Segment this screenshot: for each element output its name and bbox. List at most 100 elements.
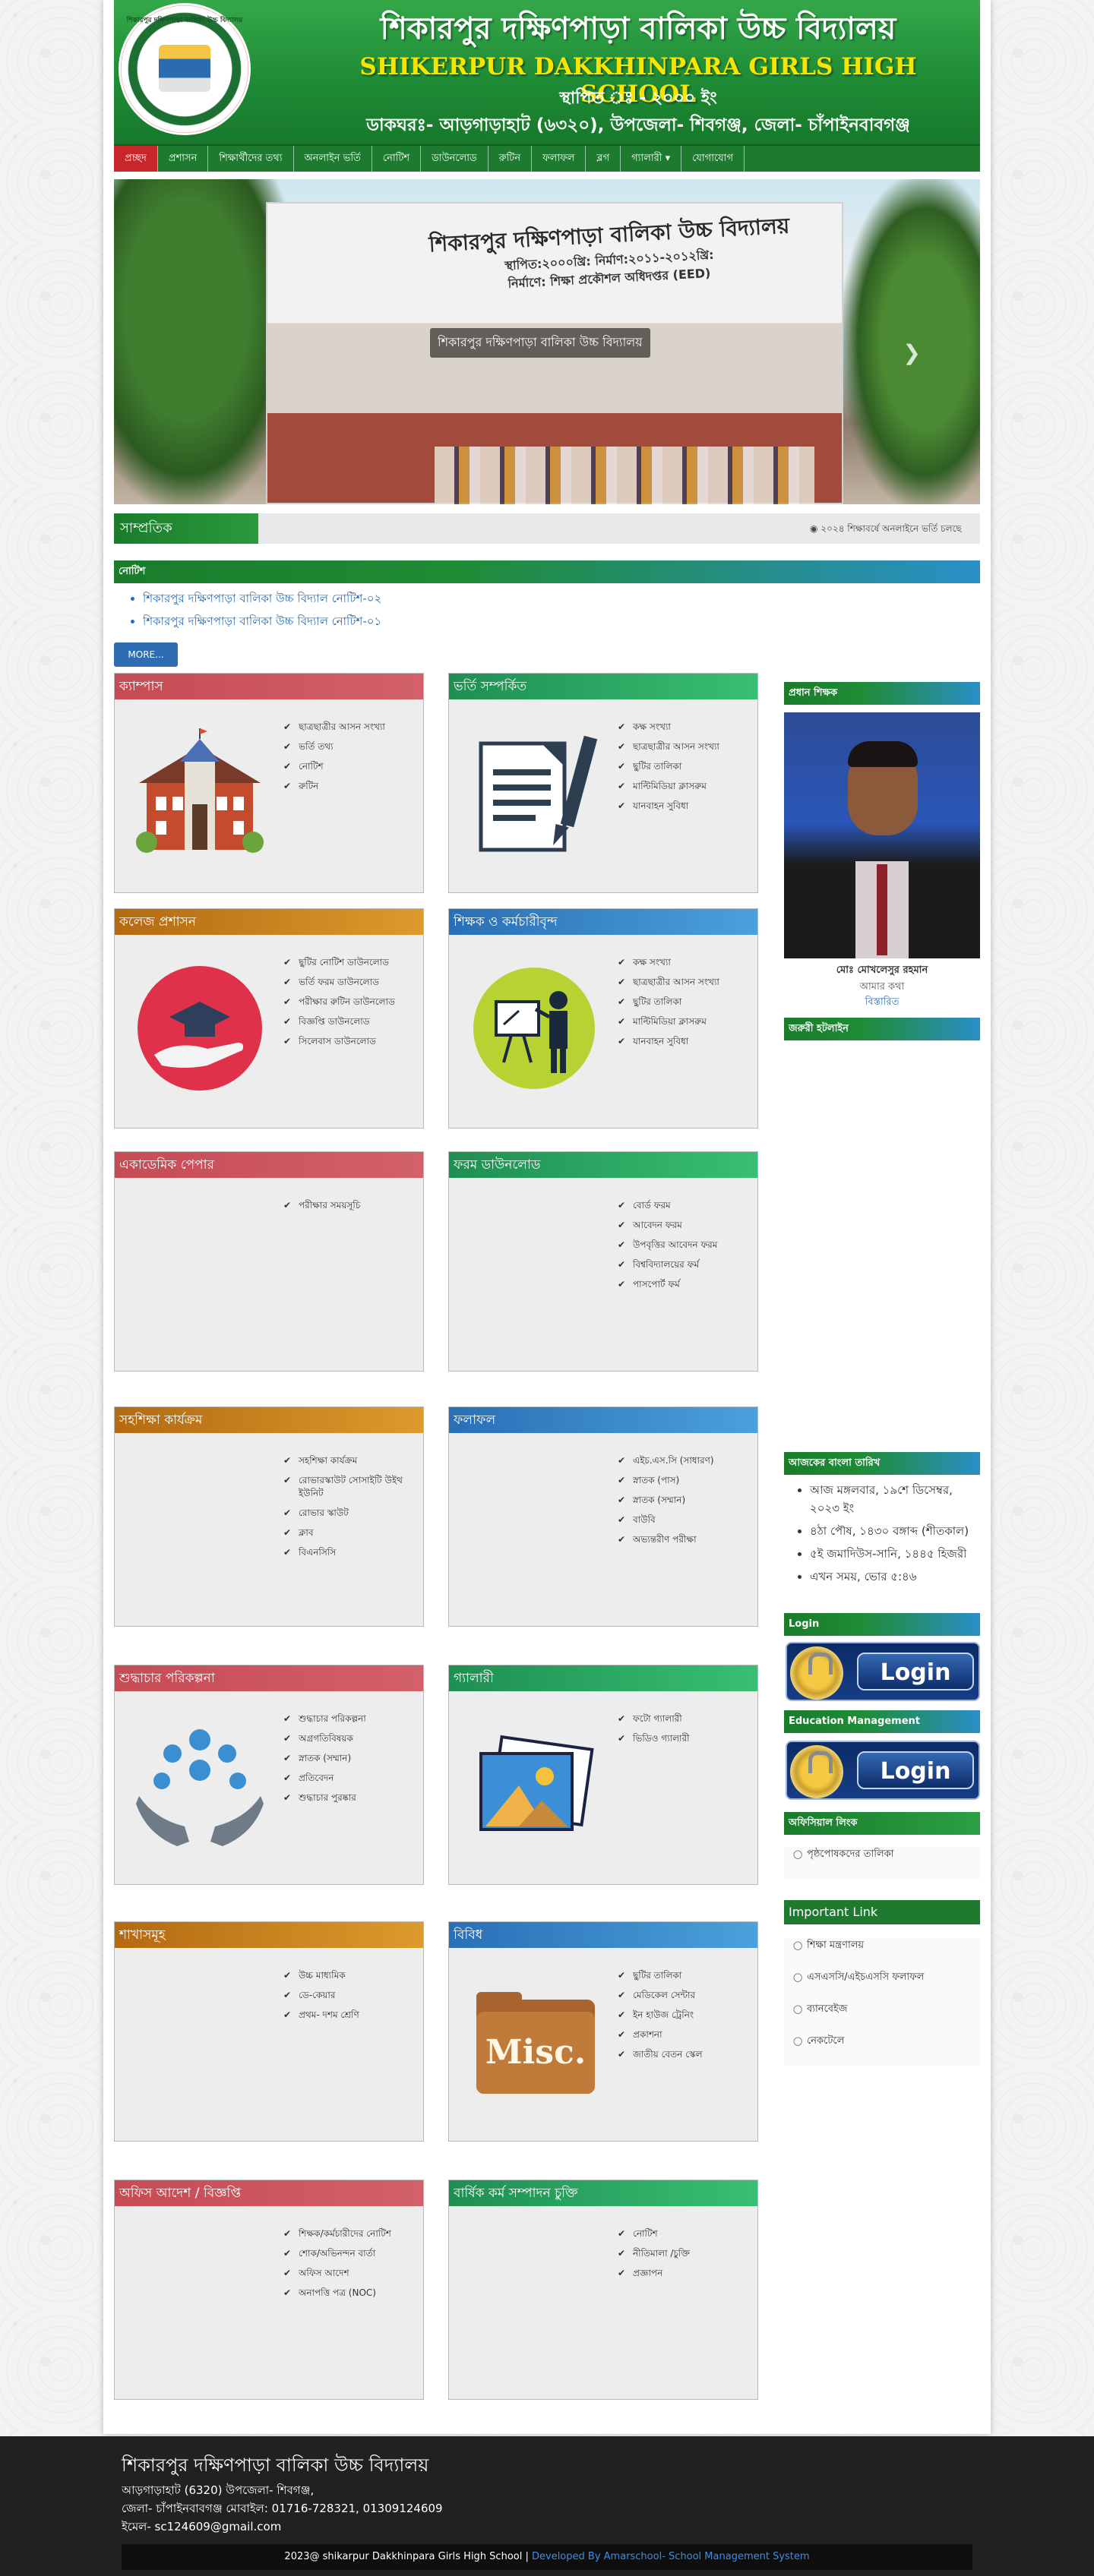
card-link[interactable]: শোক/অভিনন্দন বার্তা <box>283 2247 420 2260</box>
nav-home[interactable]: প্রচ্ছদ <box>114 146 158 172</box>
nav-contact[interactable]: যোগাযোগ <box>681 146 745 172</box>
school-logo[interactable]: শিকারপুর দক্ষিণপাড়া বালিকা উচ্চ বিদ্যাল… <box>119 3 251 135</box>
card-link[interactable]: ফটো গ্যালারী <box>618 1713 754 1725</box>
nav-result[interactable]: ফলাফল <box>532 146 587 172</box>
head-teacher-details-link[interactable]: বিস্তারিত <box>784 995 980 1011</box>
card-link[interactable]: আবেদন ফরম <box>618 1219 754 1232</box>
card-link[interactable]: অগ্রগতিবিষয়ক <box>283 1732 420 1745</box>
card-title[interactable]: শিক্ষক ও কর্মচারীবৃন্দ <box>449 909 757 935</box>
image-slider[interactable]: শিকারপুর দক্ষিণপাড়া বালিকা উচ্চ বিদ্যাল… <box>114 179 980 504</box>
card-title[interactable]: ফলাফল <box>449 1407 757 1433</box>
card-link[interactable]: স্নাতক (সম্মান) <box>618 1494 754 1507</box>
important-link[interactable]: ব্যানবেইজ <box>784 2002 980 2017</box>
card-link[interactable]: ইন হাউজ ট্রেনিং <box>618 2009 754 2022</box>
card-link[interactable]: ছুটির তালিকা <box>618 1969 754 1982</box>
official-link[interactable]: পৃষ্ঠপোষকদের তালিকা <box>784 1847 980 1862</box>
card-link[interactable]: যানবাহন সুবিধা <box>618 1035 754 1048</box>
card-link[interactable]: জাতীয় বেতন স্কেল <box>618 2048 754 2061</box>
card-link[interactable]: ছাত্রছাত্রীর আসন সংখ্যা <box>618 740 754 753</box>
card-title[interactable]: শাখাসমূহ <box>115 1922 423 1948</box>
card-link[interactable]: ভর্তি ফরম ডাউনলোড <box>283 976 420 989</box>
card-link[interactable]: মাল্টিমিডিয়া ক্লাসরুম <box>618 1015 754 1028</box>
card-link[interactable]: স্নাতক (সম্মান) <box>283 1752 420 1765</box>
card-link[interactable]: বিএনসিসি <box>283 1546 420 1559</box>
card-title[interactable]: অফিস আদেশ / বিজ্ঞপ্তি <box>115 2180 423 2206</box>
card-link[interactable]: প্রকাশনা <box>618 2028 754 2041</box>
card-link[interactable]: পরীক্ষার রুটিন ডাউনলোড <box>283 996 420 1009</box>
card-link[interactable]: প্রতিবেদন <box>283 1772 420 1785</box>
card-link[interactable]: নীতিমালা /চুক্তি <box>618 2247 754 2260</box>
card-link[interactable]: অফিস আদেশ <box>283 2267 420 2280</box>
card-link[interactable]: ডে-কেয়ার <box>283 1989 420 2002</box>
nav-blog[interactable]: ব্লগ <box>586 146 621 172</box>
card-link[interactable]: কক্ষ সংখ্যা <box>618 956 754 969</box>
nav-routine[interactable]: রুটিন <box>489 146 533 172</box>
card-link[interactable]: রুটিন <box>283 780 420 793</box>
card-link[interactable]: ভিডিও গ্যালারী <box>618 1732 754 1745</box>
card-link[interactable]: পাসপোর্ট ফর্ম <box>618 1278 754 1291</box>
card-title[interactable]: বিবিধ <box>449 1922 757 1948</box>
card-link[interactable]: নোটিশ <box>283 760 420 773</box>
nav-notice[interactable]: নোটিশ <box>372 146 422 172</box>
developer-link[interactable]: Developed By Amarschool- School Manageme… <box>532 2551 810 2562</box>
card-link[interactable]: বিজ্ঞপ্তি ডাউনলোড <box>283 1015 420 1028</box>
nav-online-admission[interactable]: অনলাইন ভর্তি <box>294 146 372 172</box>
card-link[interactable]: ছাত্রছাত্রীর আসন সংখ্যা <box>283 721 420 734</box>
card-title[interactable]: একাডেমিক পেপার <box>115 1152 423 1178</box>
important-link[interactable]: নেকটেলে <box>784 2034 980 2049</box>
card-link[interactable]: বিশ্ববিদ্যালয়ের ফর্ম <box>618 1258 754 1271</box>
nav-gallery[interactable]: গ্যালারী ▾ <box>621 146 682 172</box>
card-link[interactable]: যানবাহন সুবিধা <box>618 800 754 813</box>
card-link[interactable]: শিক্ষক/কর্মচারীদের নোটিশ <box>283 2227 420 2240</box>
card-link[interactable]: প্রজ্ঞাপন <box>618 2267 754 2280</box>
card-title[interactable]: সহশিক্ষা কার্যক্রম <box>115 1407 423 1433</box>
card-link[interactable]: পরীক্ষার সময়সূচি <box>283 1199 420 1212</box>
card-link[interactable]: ছাত্রছাত্রীর আসন সংখ্যা <box>618 976 754 989</box>
card-title[interactable]: শুদ্ধাচার পরিকল্পনা <box>115 1665 423 1691</box>
card-link[interactable]: ছুটির তালিকা <box>618 760 754 773</box>
card-link[interactable]: সহশিক্ষা কার্যক্রম <box>283 1454 420 1467</box>
card-link[interactable]: অভ্যন্তরীণ পরীক্ষা <box>618 1533 754 1546</box>
card-title[interactable]: বার্ষিক কর্ম সম্পাদন চুক্তি <box>449 2180 757 2206</box>
card-title[interactable]: কলেজ প্রশাসন <box>115 909 423 935</box>
education-login-button[interactable]: Login <box>786 1741 980 1800</box>
notice-item[interactable]: শিকারপুর দক্ষিণপাড়া বালিকা উচ্চ বিদ্যাল… <box>143 589 751 608</box>
card-title[interactable]: ভর্তি সম্পর্কিত <box>449 674 757 699</box>
card-link[interactable]: উপবৃত্তির আবেদন ফরম <box>618 1239 754 1252</box>
card-link[interactable]: শুদ্ধাচার পরিকল্পনা <box>283 1713 420 1725</box>
login-button[interactable]: Login <box>786 1642 980 1701</box>
card-link[interactable]: অনাপত্তি পত্র (NOC) <box>283 2287 420 2300</box>
card-link[interactable]: বাউবি <box>618 1514 754 1526</box>
card-link[interactable]: রোভার স্কাউট <box>283 1507 420 1520</box>
card-link[interactable]: মাল্টিমিডিয়া ক্লাসরুম <box>618 780 754 793</box>
card-link[interactable]: মেডিকেল সেন্টার <box>618 1989 754 2002</box>
card-link[interactable]: বোর্ড ফরম <box>618 1199 754 1212</box>
card-integrity: শুদ্ধাচার পরিকল্পনা শুদ্ধাচার পরিকল্পনা … <box>114 1665 424 1885</box>
card-title[interactable]: ক্যাম্পাস <box>115 674 423 699</box>
card-link[interactable]: শুদ্ধাচার পুরষ্কার <box>283 1792 420 1804</box>
card-link[interactable]: ভর্তি তথ্য <box>283 740 420 753</box>
card-link[interactable]: প্রথম- দশম শ্রেণি <box>283 2009 420 2022</box>
card-link[interactable]: নোটিশ <box>618 2227 754 2240</box>
card-links: কক্ষ সংখ্যা ছাত্রছাত্রীর আসন সংখ্যা ছুটি… <box>618 956 754 1055</box>
card-link[interactable]: স্নাতক (পাস) <box>618 1474 754 1487</box>
card-link[interactable]: ছুটির তালিকা <box>618 996 754 1009</box>
recent-ticker[interactable]: ◉ ২০২৪ শিক্ষাবর্ষে অনলাইনে ভর্তি চলছে <box>810 513 977 544</box>
card-link[interactable]: ছুটির নোটিশ ডাউনলোড <box>283 956 420 969</box>
card-link[interactable]: ক্লাব <box>283 1526 420 1539</box>
nav-student-info[interactable]: শিক্ষার্থীদের তথ্য <box>208 146 294 172</box>
card-link[interactable]: রোভারস্কাউট সোসাইটি উইথ ইউনিট <box>283 1474 420 1500</box>
more-notices-button[interactable]: MORE... <box>114 642 178 667</box>
nav-download[interactable]: ডাউনলোড <box>421 146 489 172</box>
card-link[interactable]: কক্ষ সংখ্যা <box>618 721 754 734</box>
card-title[interactable]: গ্যালারী <box>449 1665 757 1691</box>
important-link[interactable]: শিক্ষা মন্ত্রণালয় <box>784 1938 980 1953</box>
important-link[interactable]: এসএসসি/এইচএসসি ফলাফল <box>784 1970 980 1985</box>
slider-next-arrow-icon[interactable]: ❯ <box>903 340 921 365</box>
nav-administration[interactable]: প্রশাসন <box>158 146 209 172</box>
card-link[interactable]: এইচ.এস.সি (সাধারণ) <box>618 1454 754 1467</box>
card-title[interactable]: ফরম ডাউনলোড <box>449 1152 757 1178</box>
card-link[interactable]: সিলেবাস ডাউনলোড <box>283 1035 420 1048</box>
card-link[interactable]: উচ্চ মাধ্যমিক <box>283 1969 420 1982</box>
notice-item[interactable]: শিকারপুর দক্ষিণপাড়া বালিকা উচ্চ বিদ্যাল… <box>143 612 751 630</box>
